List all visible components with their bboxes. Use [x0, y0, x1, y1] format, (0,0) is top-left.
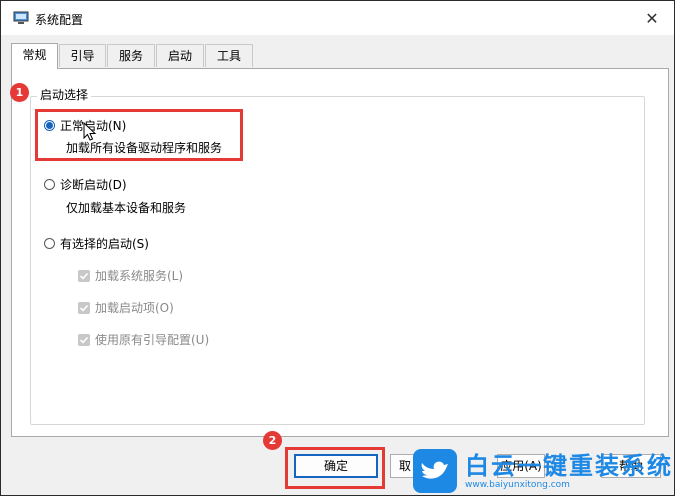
tab-services[interactable]: 服务 [107, 44, 155, 67]
load-startup-items-checkbox[interactable]: 加载启动项(O) [78, 299, 174, 316]
system-config-window: 系统配置 ✕ 常规 引导 服务 启动 工具 启动选择 正常启动(N) 加载所有设… [0, 0, 675, 496]
window-title: 系统配置 [35, 13, 84, 27]
load-startup-items-label: 加载启动项(O) [95, 301, 174, 315]
tab-startup[interactable]: 启动 [156, 44, 204, 67]
startup-selection-label: 启动选择 [37, 86, 92, 103]
selective-startup-radio[interactable]: 有选择的启动(S) [44, 235, 149, 252]
radio-unchecked-icon [44, 238, 55, 249]
close-icon: ✕ [645, 8, 659, 28]
watermark-url: www.baiyunxitong.com [465, 479, 570, 490]
tab-tools[interactable]: 工具 [205, 44, 253, 67]
bird-logo-icon [413, 449, 457, 493]
diagnostic-startup-description: 仅加载基本设备和服务 [66, 201, 187, 215]
checkbox-checked-icon [78, 269, 90, 282]
load-system-services-label: 加载系统服务(L) [95, 269, 184, 283]
annotation-badge-2: 2 [263, 431, 282, 450]
tab-general[interactable]: 常规 [11, 43, 58, 69]
system-config-app-icon [13, 11, 29, 24]
watermark-title: 白云一键重装系统 [465, 451, 673, 480]
diagnostic-startup-label: 诊断启动(D) [60, 178, 127, 192]
checkbox-checked-icon [78, 301, 90, 314]
annotation-badge-1: 1 [10, 83, 29, 102]
close-button[interactable]: ✕ [630, 1, 674, 35]
selective-startup-label: 有选择的启动(S) [60, 237, 149, 251]
use-original-boot-config-checkbox[interactable]: 使用原有引导配置(U) [78, 331, 209, 348]
checkbox-checked-icon [78, 333, 90, 346]
load-system-services-checkbox[interactable]: 加载系统服务(L) [78, 267, 183, 284]
diagnostic-startup-radio[interactable]: 诊断启动(D) [44, 176, 127, 193]
radio-unchecked-icon [44, 179, 55, 190]
watermark: 白云一键重装系统 www.baiyunxitong.com [413, 447, 674, 495]
tab-boot[interactable]: 引导 [59, 44, 106, 67]
use-original-boot-config-label: 使用原有引导配置(U) [95, 333, 210, 347]
mouse-cursor-icon [83, 122, 97, 141]
title-bar[interactable]: 系统配置 ✕ [1, 1, 674, 35]
annotation-highlight-ok-button [285, 447, 385, 489]
annotation-highlight-normal-startup [35, 109, 243, 161]
